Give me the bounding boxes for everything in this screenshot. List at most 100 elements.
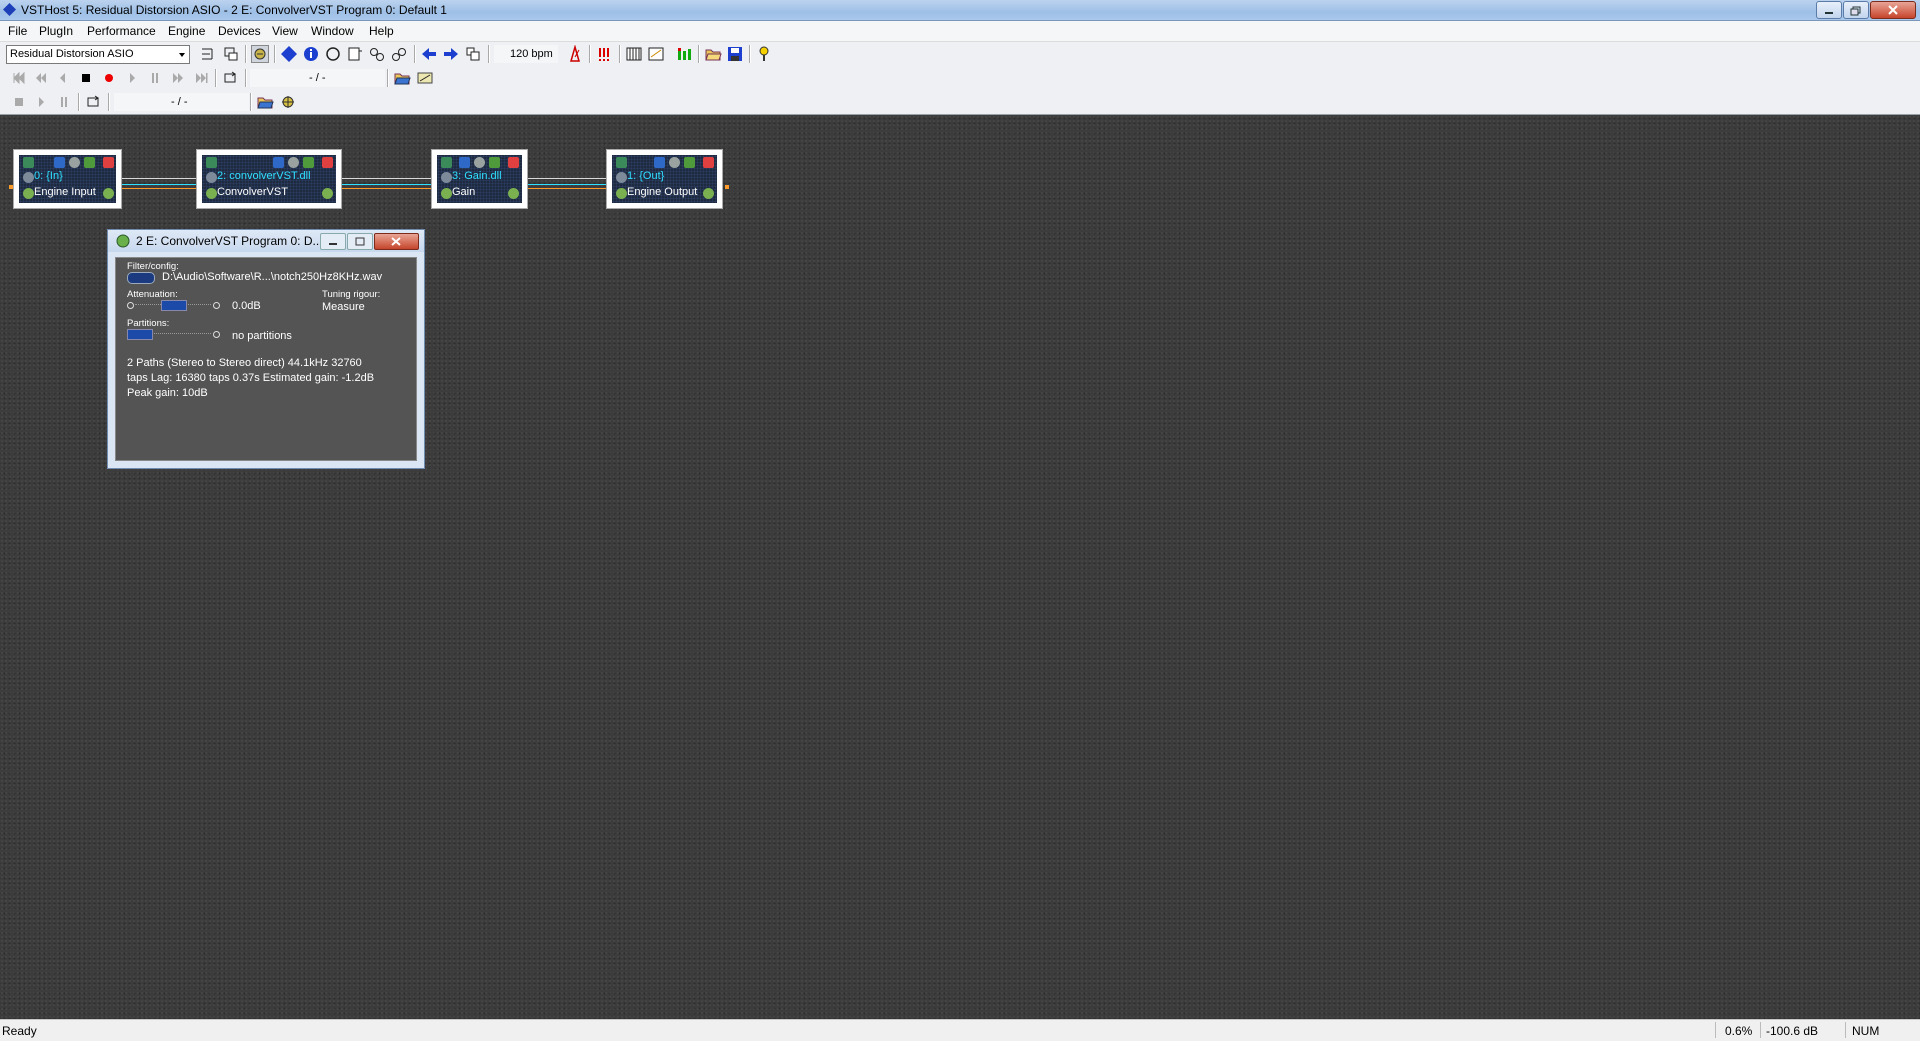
player-settings-button[interactable] bbox=[416, 69, 434, 87]
remove-node-icon[interactable] bbox=[508, 157, 519, 168]
bypass-icon[interactable] bbox=[288, 157, 299, 168]
plugin-window-titlebar[interactable]: 2 E: ConvolverVST Program 0: D... bbox=[108, 230, 424, 252]
sync-icon[interactable] bbox=[703, 188, 714, 199]
attenuation-slider[interactable] bbox=[127, 300, 221, 311]
edit-icon[interactable] bbox=[441, 157, 452, 168]
player-to-start-button[interactable] bbox=[10, 69, 28, 87]
recorder-settings-button[interactable] bbox=[279, 93, 297, 111]
knob-icon[interactable] bbox=[23, 172, 34, 183]
plugin-info-button[interactable] bbox=[302, 45, 320, 63]
remove-node-icon[interactable] bbox=[322, 157, 333, 168]
player-open-file-button[interactable] bbox=[393, 69, 411, 87]
panic-button[interactable] bbox=[595, 45, 613, 63]
asio-device-select[interactable]: Residual Distorsion ASIO bbox=[6, 45, 190, 64]
edit-icon[interactable] bbox=[206, 157, 217, 168]
node-engine-input[interactable]: 0: {In} Engine Input bbox=[13, 149, 122, 209]
bypass-button[interactable] bbox=[324, 45, 342, 63]
pause-icon bbox=[61, 97, 67, 107]
menu-engine[interactable]: Engine bbox=[168, 24, 205, 38]
node-gain[interactable]: 3: Gain.dll Gain bbox=[431, 149, 528, 209]
info-icon[interactable] bbox=[54, 157, 65, 168]
recorder-loop-button[interactable] bbox=[84, 93, 102, 111]
play-icon bbox=[39, 97, 44, 107]
sync-icon[interactable] bbox=[508, 188, 519, 199]
edit-plugin-button[interactable] bbox=[346, 45, 364, 63]
sync-icon[interactable] bbox=[616, 188, 627, 199]
next-program-button[interactable] bbox=[442, 45, 460, 63]
menu-performance[interactable]: Performance bbox=[87, 24, 156, 38]
player-loop-button[interactable] bbox=[221, 69, 239, 87]
player-forward-button[interactable] bbox=[169, 69, 187, 87]
node-convolvervst[interactable]: 2: convolverVST.dll ConvolverVST bbox=[196, 149, 342, 209]
bpm-field[interactable]: 120 bpm bbox=[494, 45, 558, 63]
knob-icon[interactable] bbox=[441, 172, 452, 183]
menu-plugin[interactable]: PlugIn bbox=[39, 24, 73, 38]
recorder-stop-button[interactable] bbox=[10, 93, 28, 111]
player-rewind-button[interactable] bbox=[32, 69, 50, 87]
restore-button[interactable] bbox=[1843, 1, 1869, 19]
menu-devices[interactable]: Devices bbox=[218, 24, 261, 38]
midi-icon[interactable] bbox=[489, 157, 500, 168]
player-back-button[interactable] bbox=[54, 69, 72, 87]
partitions-slider[interactable] bbox=[127, 329, 221, 340]
midi-icon[interactable] bbox=[303, 157, 314, 168]
sync-icon[interactable] bbox=[23, 188, 34, 199]
engine-on-button[interactable] bbox=[251, 45, 269, 63]
chain-after-button[interactable] bbox=[368, 45, 386, 63]
plugin-info-diamond-button[interactable] bbox=[280, 45, 298, 63]
recorder-open-file-button[interactable] bbox=[256, 93, 274, 111]
menu-file[interactable]: File bbox=[8, 24, 27, 38]
program-list-button[interactable] bbox=[464, 45, 482, 63]
bypass-icon[interactable] bbox=[474, 157, 485, 168]
sync-icon[interactable] bbox=[441, 188, 452, 199]
recorder-play-button[interactable] bbox=[32, 93, 50, 111]
menu-view[interactable]: View bbox=[272, 24, 298, 38]
previous-program-button[interactable] bbox=[420, 45, 438, 63]
edit-icon[interactable] bbox=[23, 157, 34, 168]
player-record-button[interactable] bbox=[100, 69, 118, 87]
plugin-maximize-button[interactable] bbox=[347, 233, 373, 250]
input-pin[interactable] bbox=[9, 185, 13, 189]
filter-file-button[interactable] bbox=[127, 272, 155, 284]
chain-before-button[interactable] bbox=[390, 45, 408, 63]
configure-button[interactable] bbox=[222, 45, 240, 63]
player-pause-button[interactable] bbox=[146, 69, 164, 87]
level-meter-button[interactable] bbox=[675, 45, 693, 63]
recorder-pause-button[interactable] bbox=[55, 93, 73, 111]
plugin-editor-window[interactable]: 2 E: ConvolverVST Program 0: D... Filter… bbox=[107, 229, 425, 469]
sync-icon[interactable] bbox=[206, 188, 217, 199]
close-button[interactable] bbox=[1870, 1, 1916, 19]
help-button[interactable] bbox=[755, 45, 773, 63]
plugin-close-button[interactable] bbox=[374, 233, 419, 250]
player-play-button[interactable] bbox=[123, 69, 141, 87]
remove-node-icon[interactable] bbox=[703, 157, 714, 168]
info-icon[interactable] bbox=[459, 157, 470, 168]
minimize-button[interactable] bbox=[1816, 1, 1842, 19]
info-icon[interactable] bbox=[654, 157, 665, 168]
info-icon[interactable] bbox=[273, 157, 284, 168]
knob-icon[interactable] bbox=[206, 172, 217, 183]
open-plugin-button[interactable] bbox=[199, 45, 217, 63]
output-pin[interactable] bbox=[725, 185, 729, 189]
player-stop-button[interactable] bbox=[77, 69, 95, 87]
node-engine-output[interactable]: 1: {Out} Engine Output bbox=[606, 149, 723, 209]
slider-bar-button[interactable] bbox=[647, 45, 665, 63]
sync-icon[interactable] bbox=[103, 188, 114, 199]
menu-window[interactable]: Window bbox=[311, 24, 354, 38]
keyboard-bar-button[interactable] bbox=[625, 45, 643, 63]
tuning-value[interactable]: Measure bbox=[322, 301, 365, 313]
bypass-icon[interactable] bbox=[669, 157, 680, 168]
knob-icon[interactable] bbox=[616, 172, 627, 183]
open-performance-button[interactable] bbox=[704, 45, 722, 63]
menu-help[interactable]: Help bbox=[369, 24, 394, 38]
plugin-minimize-button[interactable] bbox=[320, 233, 346, 250]
player-to-end-button[interactable] bbox=[192, 69, 210, 87]
midi-icon[interactable] bbox=[84, 157, 95, 168]
bypass-icon[interactable] bbox=[69, 157, 80, 168]
remove-node-icon[interactable] bbox=[103, 157, 114, 168]
midi-icon[interactable] bbox=[684, 157, 695, 168]
metronome-button[interactable] bbox=[566, 45, 584, 63]
edit-icon[interactable] bbox=[616, 157, 627, 168]
save-performance-button[interactable] bbox=[726, 45, 744, 63]
sync-icon[interactable] bbox=[322, 188, 333, 199]
